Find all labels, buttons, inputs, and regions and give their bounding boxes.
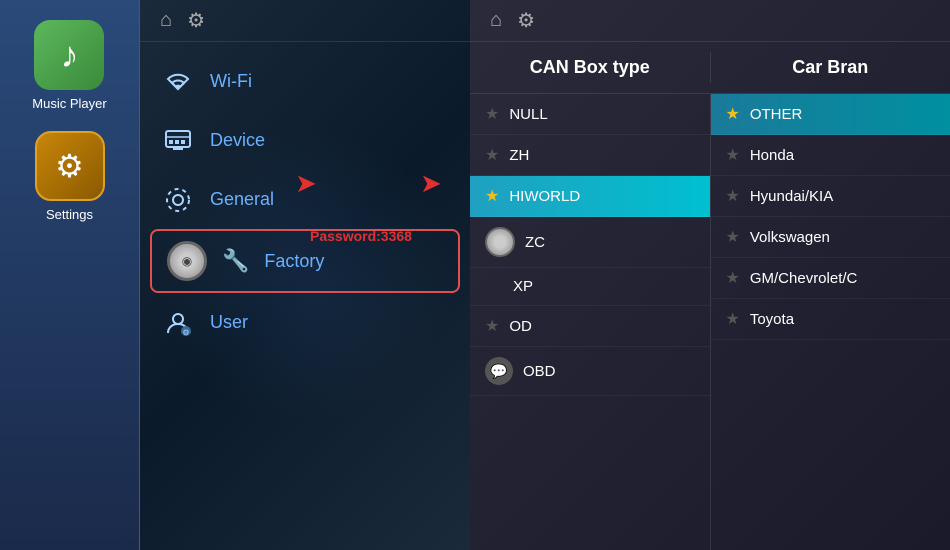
hiworld-label: HIWORLD bbox=[509, 188, 580, 205]
car-brand-item-honda[interactable]: ★ Honda bbox=[711, 135, 950, 176]
obd-label: OBD bbox=[523, 363, 556, 380]
can-box-item-zc[interactable]: ZC bbox=[470, 217, 710, 268]
null-label: NULL bbox=[509, 106, 547, 123]
car-brand-item-other[interactable]: ★ OTHER bbox=[711, 94, 950, 135]
toyota-star-icon: ★ bbox=[726, 309, 740, 329]
music-note-icon: ♪ bbox=[60, 34, 78, 76]
volkswagen-label: Volkswagen bbox=[750, 229, 830, 246]
user-label: User bbox=[210, 312, 248, 333]
device-red-arrow: ➤ bbox=[295, 168, 317, 199]
factory-wrench-icon: 🔧 bbox=[222, 248, 249, 274]
menu-item-wifi[interactable]: Wi-Fi bbox=[140, 52, 470, 111]
od-label: OD bbox=[509, 318, 532, 335]
can-box-panel: ⌂ ⚙ CAN Box type Car Bran ★ NULL ★ ZH bbox=[470, 0, 950, 550]
wifi-label: Wi-Fi bbox=[210, 71, 252, 92]
honda-label: Honda bbox=[750, 147, 794, 164]
svg-text:⚙: ⚙ bbox=[182, 328, 189, 337]
settings-gear-icon: ⚙ bbox=[55, 147, 84, 185]
can-box-item-null[interactable]: ★ NULL bbox=[470, 94, 710, 135]
car-brand-item-hyundai[interactable]: ★ Hyundai/KIA bbox=[711, 176, 950, 217]
can-box-item-obd[interactable]: 💬 OBD bbox=[470, 347, 710, 396]
device-icon bbox=[160, 123, 195, 158]
device-label: Device bbox=[210, 130, 265, 151]
car-brand-item-gm[interactable]: ★ GM/Chevrolet/C bbox=[711, 258, 950, 299]
can-box-red-arrow: ➤ bbox=[420, 168, 442, 199]
zc-label: ZC bbox=[525, 234, 545, 251]
home-icon[interactable]: ⌂ bbox=[160, 9, 172, 32]
toyota-label: Toyota bbox=[750, 311, 794, 328]
car-brand-item-toyota[interactable]: ★ Toyota bbox=[711, 299, 950, 340]
other-label: OTHER bbox=[750, 106, 803, 123]
xp-label: XP bbox=[513, 278, 533, 295]
can-box-columns-body: ★ NULL ★ ZH ★ HIWORLD ZC XP bbox=[470, 94, 950, 550]
zh-label: ZH bbox=[509, 147, 529, 164]
hyundai-star-icon: ★ bbox=[726, 186, 740, 206]
obd-msg-icon: 💬 bbox=[485, 357, 513, 385]
can-box-type-list: ★ NULL ★ ZH ★ HIWORLD ZC XP bbox=[470, 94, 711, 550]
gm-label: GM/Chevrolet/C bbox=[750, 270, 858, 287]
zh-star-icon: ★ bbox=[485, 145, 499, 165]
settings-header-gear-icon[interactable]: ⚙ bbox=[187, 8, 205, 33]
can-box-columns-header: CAN Box type Car Bran bbox=[470, 42, 950, 94]
car-brand-header: Car Bran bbox=[711, 52, 950, 83]
music-player-icon-box: ♪ bbox=[34, 20, 104, 90]
settings-menu-list: Wi-Fi ➤ Device bbox=[140, 42, 470, 362]
menu-item-device[interactable]: ➤ Device bbox=[140, 111, 470, 170]
music-player-label: Music Player bbox=[32, 96, 106, 111]
hiworld-star-icon: ★ bbox=[485, 186, 499, 206]
other-star-icon: ★ bbox=[726, 104, 740, 124]
app-container: ♪ Music Player ⚙ Settings ⌂ ⚙ bbox=[0, 0, 950, 550]
settings-panel-header: ⌂ ⚙ bbox=[140, 0, 470, 42]
settings-panel: ⌂ ⚙ Wi-Fi ➤ bbox=[140, 0, 470, 550]
volkswagen-star-icon: ★ bbox=[726, 227, 740, 247]
menu-item-user[interactable]: ⚙ User bbox=[140, 293, 470, 352]
factory-toggle-icon: ◉ bbox=[167, 241, 207, 281]
settings-label: Settings bbox=[46, 207, 93, 222]
null-star-icon: ★ bbox=[485, 104, 499, 124]
can-box-item-xp[interactable]: XP bbox=[470, 268, 710, 306]
od-star-icon: ★ bbox=[485, 316, 499, 336]
hyundai-label: Hyundai/KIA bbox=[750, 188, 833, 205]
can-box-settings-icon[interactable]: ⚙ bbox=[517, 8, 535, 33]
zc-toggle-icon bbox=[485, 227, 515, 257]
honda-star-icon: ★ bbox=[726, 145, 740, 165]
sidebar: ♪ Music Player ⚙ Settings bbox=[0, 0, 140, 550]
general-label: General bbox=[210, 189, 274, 210]
menu-item-factory[interactable]: ◉ 🔧 Factory bbox=[150, 229, 460, 293]
settings-icon-box: ⚙ bbox=[35, 131, 105, 201]
wifi-icon bbox=[160, 64, 195, 99]
general-icon bbox=[160, 182, 195, 217]
can-box-panel-header: ⌂ ⚙ bbox=[470, 0, 950, 42]
can-box-item-zh[interactable]: ★ ZH bbox=[470, 135, 710, 176]
can-box-home-icon[interactable]: ⌂ bbox=[490, 9, 502, 32]
user-icon: ⚙ bbox=[160, 305, 195, 340]
can-box-item-od[interactable]: ★ OD bbox=[470, 306, 710, 347]
car-brand-list: ★ OTHER ★ Honda ★ Hyundai/KIA ★ Volkswag… bbox=[711, 94, 950, 550]
gm-star-icon: ★ bbox=[726, 268, 740, 288]
music-player-app[interactable]: ♪ Music Player bbox=[32, 20, 106, 111]
can-box-type-header: CAN Box type bbox=[470, 52, 711, 83]
factory-label: Factory bbox=[264, 251, 324, 272]
can-box-item-hiworld[interactable]: ★ HIWORLD bbox=[470, 176, 710, 217]
car-brand-item-volkswagen[interactable]: ★ Volkswagen bbox=[711, 217, 950, 258]
settings-app[interactable]: ⚙ Settings bbox=[35, 131, 105, 222]
